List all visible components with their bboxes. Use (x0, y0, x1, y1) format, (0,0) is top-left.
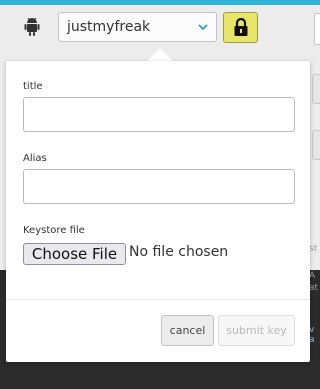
background-text: v a (309, 325, 315, 345)
background-text: st (309, 244, 318, 254)
cancel-button[interactable]: cancel (161, 315, 214, 346)
keystore-label: Keystore file (23, 225, 85, 236)
submit-key-button[interactable]: submit key (218, 315, 295, 346)
account-select[interactable]: justmyfreak (58, 12, 217, 42)
account-select-value: justmyfreak (67, 19, 151, 35)
alias-label: Alias (23, 153, 47, 164)
background-button (312, 130, 320, 160)
file-status: No file chosen (129, 244, 229, 260)
title-input[interactable] (23, 97, 295, 132)
background-text: at (309, 283, 319, 293)
android-icon (24, 17, 40, 36)
chevron-down-icon (198, 24, 208, 31)
title-label: title (23, 81, 43, 92)
choose-file-button[interactable]: Choose File (23, 243, 126, 265)
divider (6, 299, 310, 300)
background-field (314, 13, 320, 45)
lock-icon (234, 18, 248, 36)
alias-input[interactable] (23, 169, 295, 204)
background-button (312, 74, 320, 104)
add-key-popover: title Alias Keystore file Choose File No… (6, 61, 310, 362)
lock-button[interactable] (223, 12, 258, 43)
popover-arrow (147, 48, 173, 61)
